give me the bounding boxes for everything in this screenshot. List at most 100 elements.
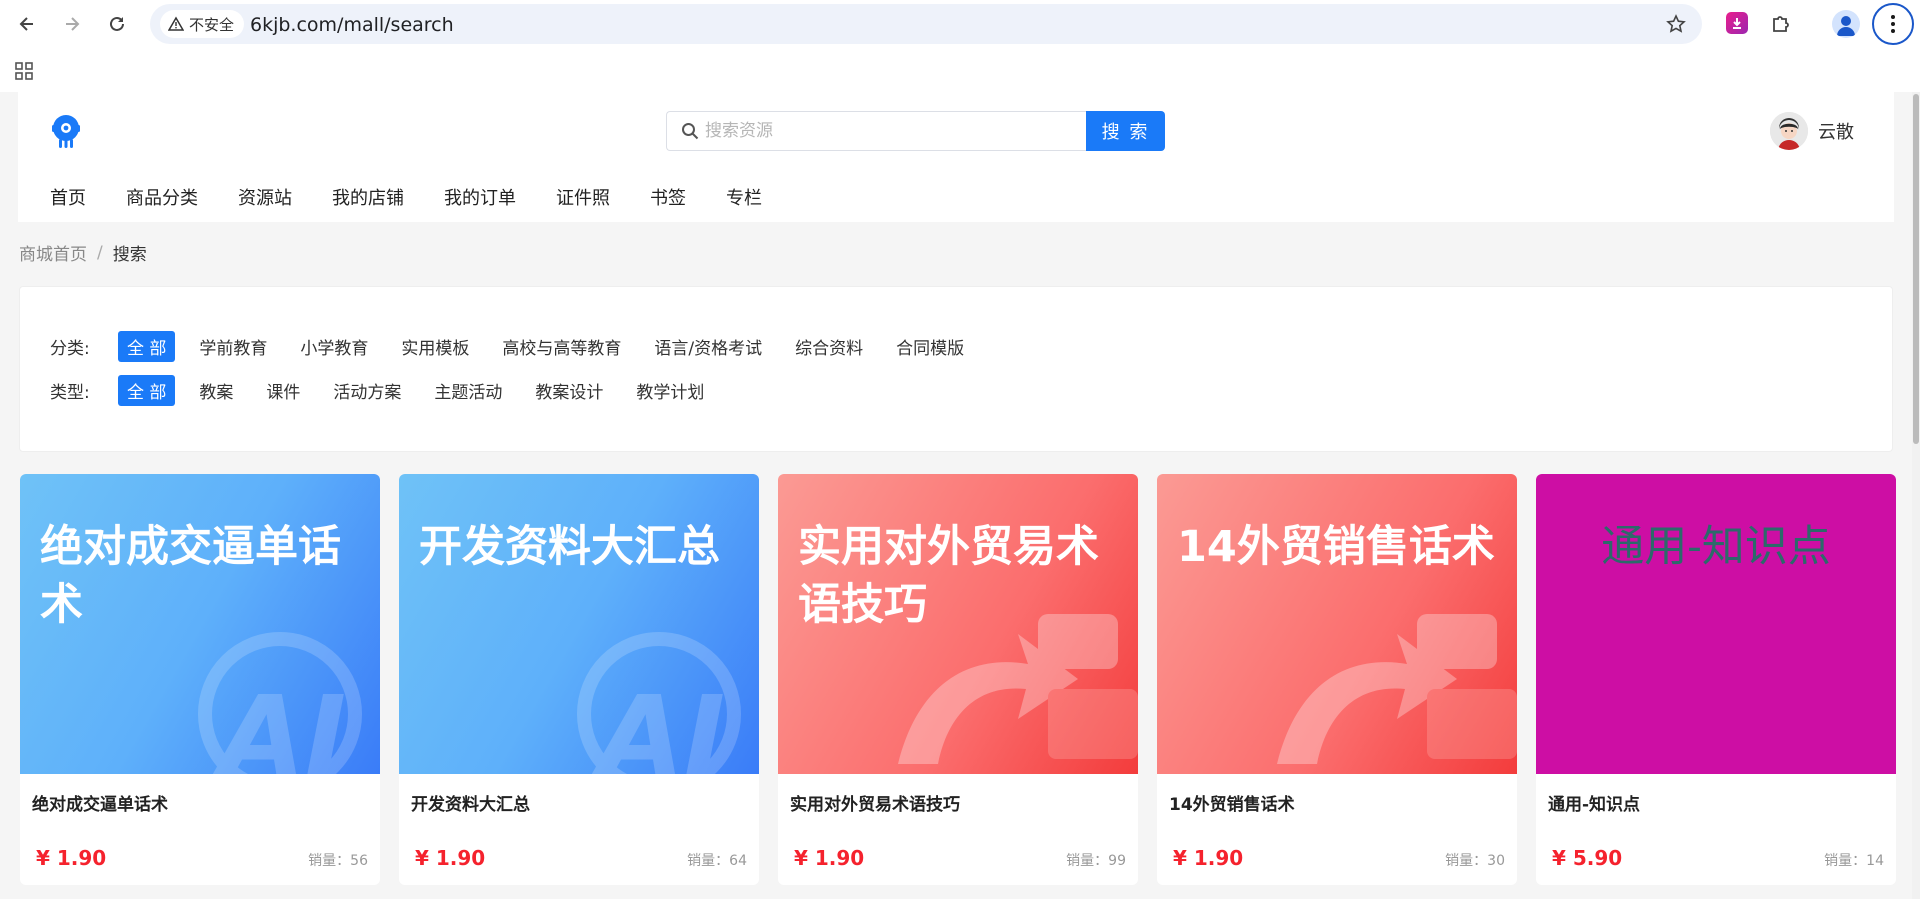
type-chip-all[interactable]: 全 部 [118,375,176,406]
product-card[interactable]: AI 开发资料大汇总 开发资料大汇总 ¥ 1.90 销量：64 [399,474,759,885]
search-icon [682,123,699,140]
product-card[interactable]: 通用-知识点 通用-知识点 ¥ 5.90 销量：14 [1536,474,1896,885]
product-sales: 销量：56 [308,853,368,869]
category-chip-language-exam[interactable]: 语言/资格考试 [645,331,771,362]
ai-watermark-icon: AI [198,632,362,774]
extensions-puzzle-icon[interactable] [1768,10,1794,36]
site-search: 搜 索 [666,111,1168,151]
thumbnail-title: 开发资料大汇总 [419,522,720,572]
svg-text:AI: AI [591,672,725,774]
category-chip-higher-ed[interactable]: 高校与高等教育 [493,331,630,362]
thumbnail-title: 绝对成交逼单话术 [40,522,341,630]
category-chip-general[interactable]: 综合资料 [786,331,872,362]
product-card[interactable]: 14外贸销售话术 14外贸销售话术 ¥ 1.90 销量：30 [1157,474,1517,885]
page-scrollbar[interactable] [1912,92,1920,899]
product-sales: 销量：14 [1824,853,1884,869]
type-chip-courseware[interactable]: 课件 [257,375,309,406]
product-grid: AI 绝对成交逼单话术 绝对成交逼单话术 ¥ 1.90 销量：56 AI 开发资… [20,474,1896,885]
back-arrow-icon [19,17,33,31]
product-thumbnail[interactable]: AI 开发资料大汇总 [399,474,759,774]
product-price: ¥ 5.90 [1552,846,1623,870]
search-input[interactable] [705,121,1065,141]
nav-id-photo[interactable]: 证件照 [556,184,610,210]
type-chip-activity-plan[interactable]: 活动方案 [324,375,410,406]
nav-resources[interactable]: 资源站 [238,184,292,210]
thumbnail-title: 实用对外贸易术语技巧 [798,522,1099,630]
product-thumbnail[interactable]: AI 绝对成交逼单话术 [20,474,380,774]
breadcrumb: 商城首页 / 搜索 [19,240,147,266]
site-logo-icon[interactable] [46,112,86,152]
forward-button[interactable] [56,8,88,40]
product-price: ¥ 1.90 [794,846,865,870]
nav-bookmarks[interactable]: 书签 [650,184,686,210]
profile-avatar-icon[interactable] [1832,10,1860,38]
search-field[interactable] [666,111,1086,151]
nav-categories[interactable]: 商品分类 [126,184,198,210]
nav-columns[interactable]: 专栏 [726,184,762,210]
apps-grid-icon[interactable] [14,61,34,81]
product-name[interactable]: 绝对成交逼单话术 [32,790,168,815]
filter-panel: 分类: 全 部 学前教育 小学教育 实用模板 高校与高等教育 语言/资格考试 综… [19,286,1893,452]
product-name[interactable]: 14外贸销售话术 [1169,790,1295,815]
breadcrumb-separator: / [97,242,103,263]
product-name[interactable]: 开发资料大汇总 [411,790,530,815]
forward-arrow-icon [66,17,80,31]
nav-home[interactable]: 首页 [50,184,86,210]
reload-icon [110,16,124,31]
product-price: ¥ 1.90 [415,846,486,870]
security-indicator[interactable]: 不安全 [160,10,245,38]
thumbnail-title: 14外贸销售话术 [1177,522,1495,572]
product-price: ¥ 1.90 [1173,846,1244,870]
type-chip-theme-activity[interactable]: 主题活动 [425,375,511,406]
security-label: 不安全 [189,15,235,34]
product-thumbnail[interactable]: 通用-知识点 [1536,474,1896,774]
url-text[interactable]: 6kjb.com/mall/search [250,14,454,36]
user-avatar[interactable] [1770,112,1808,150]
main-nav: 首页 商品分类 资源站 我的店铺 我的订单 证件照 书签 专栏 [50,184,802,210]
type-filter-row: 类型: 全 部 教案 课件 活动方案 主题活动 教案设计 教学计划 [50,375,728,406]
product-card[interactable]: AI 绝对成交逼单话术 绝对成交逼单话术 ¥ 1.90 销量：56 [20,474,380,885]
category-chip-primary[interactable]: 小学教育 [291,331,377,362]
thumbnail-title: 通用-知识点 [1601,522,1831,572]
download-extension-icon[interactable] [1726,12,1748,34]
category-chip-contracts[interactable]: 合同模版 [887,331,973,362]
browser-menu-button[interactable] [1872,3,1914,45]
browser-chrome: 不安全 6kjb.com/mall/search [0,0,1920,92]
product-name[interactable]: 实用对外贸易术语技巧 [790,790,960,815]
product-sales: 销量：99 [1066,853,1126,869]
category-chip-all[interactable]: 全 部 [118,331,176,362]
type-filter-label: 类型: [50,383,90,403]
product-name[interactable]: 通用-知识点 [1548,790,1640,815]
product-card[interactable]: 实用对外贸易术语技巧 实用对外贸易术语技巧 ¥ 1.90 销量：99 [778,474,1138,885]
category-filter-row: 分类: 全 部 学前教育 小学教育 实用模板 高校与高等教育 语言/资格考试 综… [50,331,988,362]
category-chip-preschool[interactable]: 学前教育 [190,331,276,362]
product-thumbnail[interactable]: 实用对外贸易术语技巧 [778,474,1138,774]
reload-button[interactable] [101,8,133,40]
kebab-menu-icon [1891,15,1895,33]
back-button[interactable] [11,8,43,40]
search-button[interactable]: 搜 索 [1086,111,1165,151]
user-menu[interactable]: 云散 [1770,112,1854,150]
category-chip-templates[interactable]: 实用模板 [392,331,478,362]
address-bar[interactable]: 不安全 6kjb.com/mall/search [150,4,1702,44]
warning-icon [168,16,184,31]
scrollbar-thumb[interactable] [1913,94,1919,444]
breadcrumb-current: 搜索 [112,245,147,265]
product-sales: 销量：30 [1445,853,1505,869]
svg-text:AI: AI [212,672,346,774]
category-filter-label: 分类: [50,339,90,359]
ai-watermark-icon: AI [577,632,741,774]
breadcrumb-home[interactable]: 商城首页 [19,240,87,265]
type-chip-lesson-plan[interactable]: 教案 [190,375,242,406]
nav-my-orders[interactable]: 我的订单 [444,184,516,210]
product-price: ¥ 1.90 [36,846,107,870]
site-header: 搜 索 云散 首页 商品分类 资源站 我的店铺 我的订单 证件照 书签 专栏 [18,92,1894,222]
type-chip-teaching-plan[interactable]: 教学计划 [627,375,713,406]
product-sales: 销量：64 [687,853,747,869]
product-thumbnail[interactable]: 14外贸销售话术 [1157,474,1517,774]
bookmark-star-button[interactable] [1664,12,1688,36]
nav-my-store[interactable]: 我的店铺 [332,184,404,210]
chat-arrow-illustration-icon [1277,614,1517,764]
username[interactable]: 云散 [1818,118,1854,144]
type-chip-lesson-design[interactable]: 教案设计 [526,375,612,406]
